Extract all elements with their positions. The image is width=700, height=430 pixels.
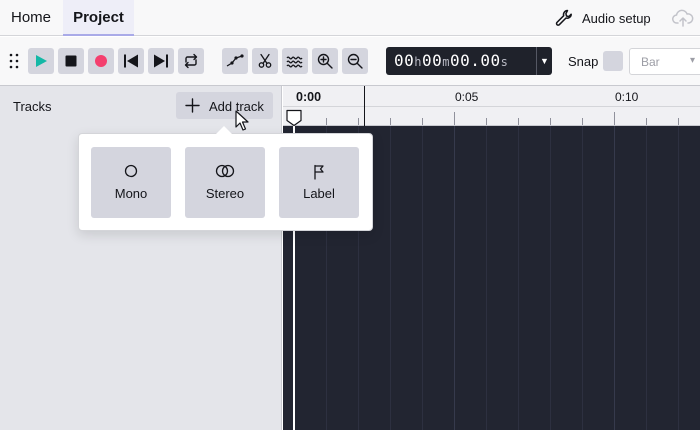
time-display-value: 00h00m00.00s	[394, 51, 509, 70]
ruler-minor-tick	[326, 118, 327, 125]
zoom-out-icon	[347, 53, 363, 69]
ruler-minor-tick	[422, 118, 423, 125]
add-track-button[interactable]: Add track	[176, 92, 273, 119]
loop-icon	[184, 53, 198, 69]
snap-unit-value: Bar	[641, 55, 660, 69]
ruler-minor-tick	[518, 118, 519, 125]
chevron-down-icon: ▾	[690, 55, 696, 66]
tracks-title: Tracks	[13, 99, 52, 114]
cut-tool-button[interactable]	[252, 48, 278, 74]
grid-line	[422, 126, 423, 430]
add-track-menu: Mono Stereo Label	[78, 126, 373, 231]
snap-label: Snap	[568, 54, 599, 69]
ruler-minor-tick	[486, 118, 487, 125]
playhead-handle-icon[interactable]	[285, 109, 303, 127]
snap-checkbox[interactable]	[603, 51, 623, 71]
skip-to-start-icon	[124, 54, 138, 68]
cut-icon	[258, 53, 272, 68]
record-button[interactable]	[88, 48, 114, 74]
ruler-minor-tick	[646, 118, 647, 125]
grid-line	[582, 126, 583, 430]
waveform-tool-button[interactable]	[282, 48, 308, 74]
ruler-minor-tick	[678, 118, 679, 125]
ruler-divider	[283, 106, 700, 107]
popover-caret	[216, 126, 232, 134]
drag-handle-icon[interactable]	[8, 53, 20, 69]
circle-icon	[124, 164, 138, 178]
add-label-track-option[interactable]: Label	[279, 147, 359, 218]
wrench-icon	[555, 9, 572, 26]
ruler-minor-tick	[390, 118, 391, 125]
option-label: Label	[303, 186, 335, 201]
grid-line	[486, 126, 487, 430]
menu-bar: Home Project Audio setup	[0, 0, 700, 36]
time-display[interactable]: 00h00m00.00s ▼	[386, 47, 552, 75]
plus-icon	[185, 98, 200, 113]
audio-setup-button[interactable]: Audio setup	[554, 8, 651, 28]
stop-icon	[65, 55, 77, 67]
grid-line	[678, 126, 679, 430]
option-label: Stereo	[205, 186, 245, 201]
skip-to-start-button[interactable]	[118, 48, 144, 74]
grid-line	[646, 126, 647, 430]
timeline-ruler[interactable]: 0:00 0:05 0:10	[283, 86, 700, 126]
ruler-major-tick	[614, 112, 615, 125]
play-button[interactable]	[28, 48, 54, 74]
play-icon	[36, 55, 47, 67]
grid-line	[614, 126, 615, 430]
envelope-tool-icon	[226, 54, 244, 67]
waveform-tool-icon	[286, 56, 303, 68]
skip-to-end-icon	[154, 54, 168, 68]
ruler-minor-tick	[358, 118, 359, 125]
record-icon	[95, 55, 107, 67]
add-mono-track-option[interactable]: Mono	[91, 147, 171, 218]
snap-unit-select[interactable]: Bar ▾	[629, 48, 700, 75]
time-format-dropdown[interactable]: ▼	[536, 47, 552, 75]
tab-project[interactable]: Project	[63, 0, 134, 36]
timeline-cursor-line	[364, 86, 365, 126]
cloud-upload-icon[interactable]	[672, 8, 694, 28]
audio-setup-label: Audio setup	[582, 10, 651, 26]
mouse-pointer-icon	[235, 110, 249, 131]
zoom-out-button[interactable]	[342, 48, 368, 74]
grid-line	[518, 126, 519, 430]
ruler-label: 0:00	[296, 90, 322, 104]
double-circle-icon	[215, 164, 235, 178]
loop-button[interactable]	[178, 48, 204, 74]
envelope-tool-button[interactable]	[222, 48, 248, 74]
grid-line	[550, 126, 551, 430]
ruler-minor-tick	[582, 118, 583, 125]
option-label: Mono	[114, 186, 148, 201]
toolbar: 00h00m00.00s ▼ Snap Bar ▾	[0, 37, 700, 86]
ruler-minor-tick	[550, 118, 551, 125]
stop-button[interactable]	[58, 48, 84, 74]
zoom-in-button[interactable]	[312, 48, 338, 74]
grid-line	[390, 126, 391, 430]
ruler-label: 0:05	[455, 90, 479, 104]
ruler-major-tick	[454, 112, 455, 125]
add-stereo-track-option[interactable]: Stereo	[185, 147, 265, 218]
tab-home[interactable]: Home	[0, 0, 62, 36]
flag-icon	[314, 164, 324, 180]
skip-to-end-button[interactable]	[148, 48, 174, 74]
grid-line	[454, 126, 455, 430]
zoom-in-icon	[317, 53, 333, 69]
ruler-label: 0:10	[615, 90, 639, 104]
